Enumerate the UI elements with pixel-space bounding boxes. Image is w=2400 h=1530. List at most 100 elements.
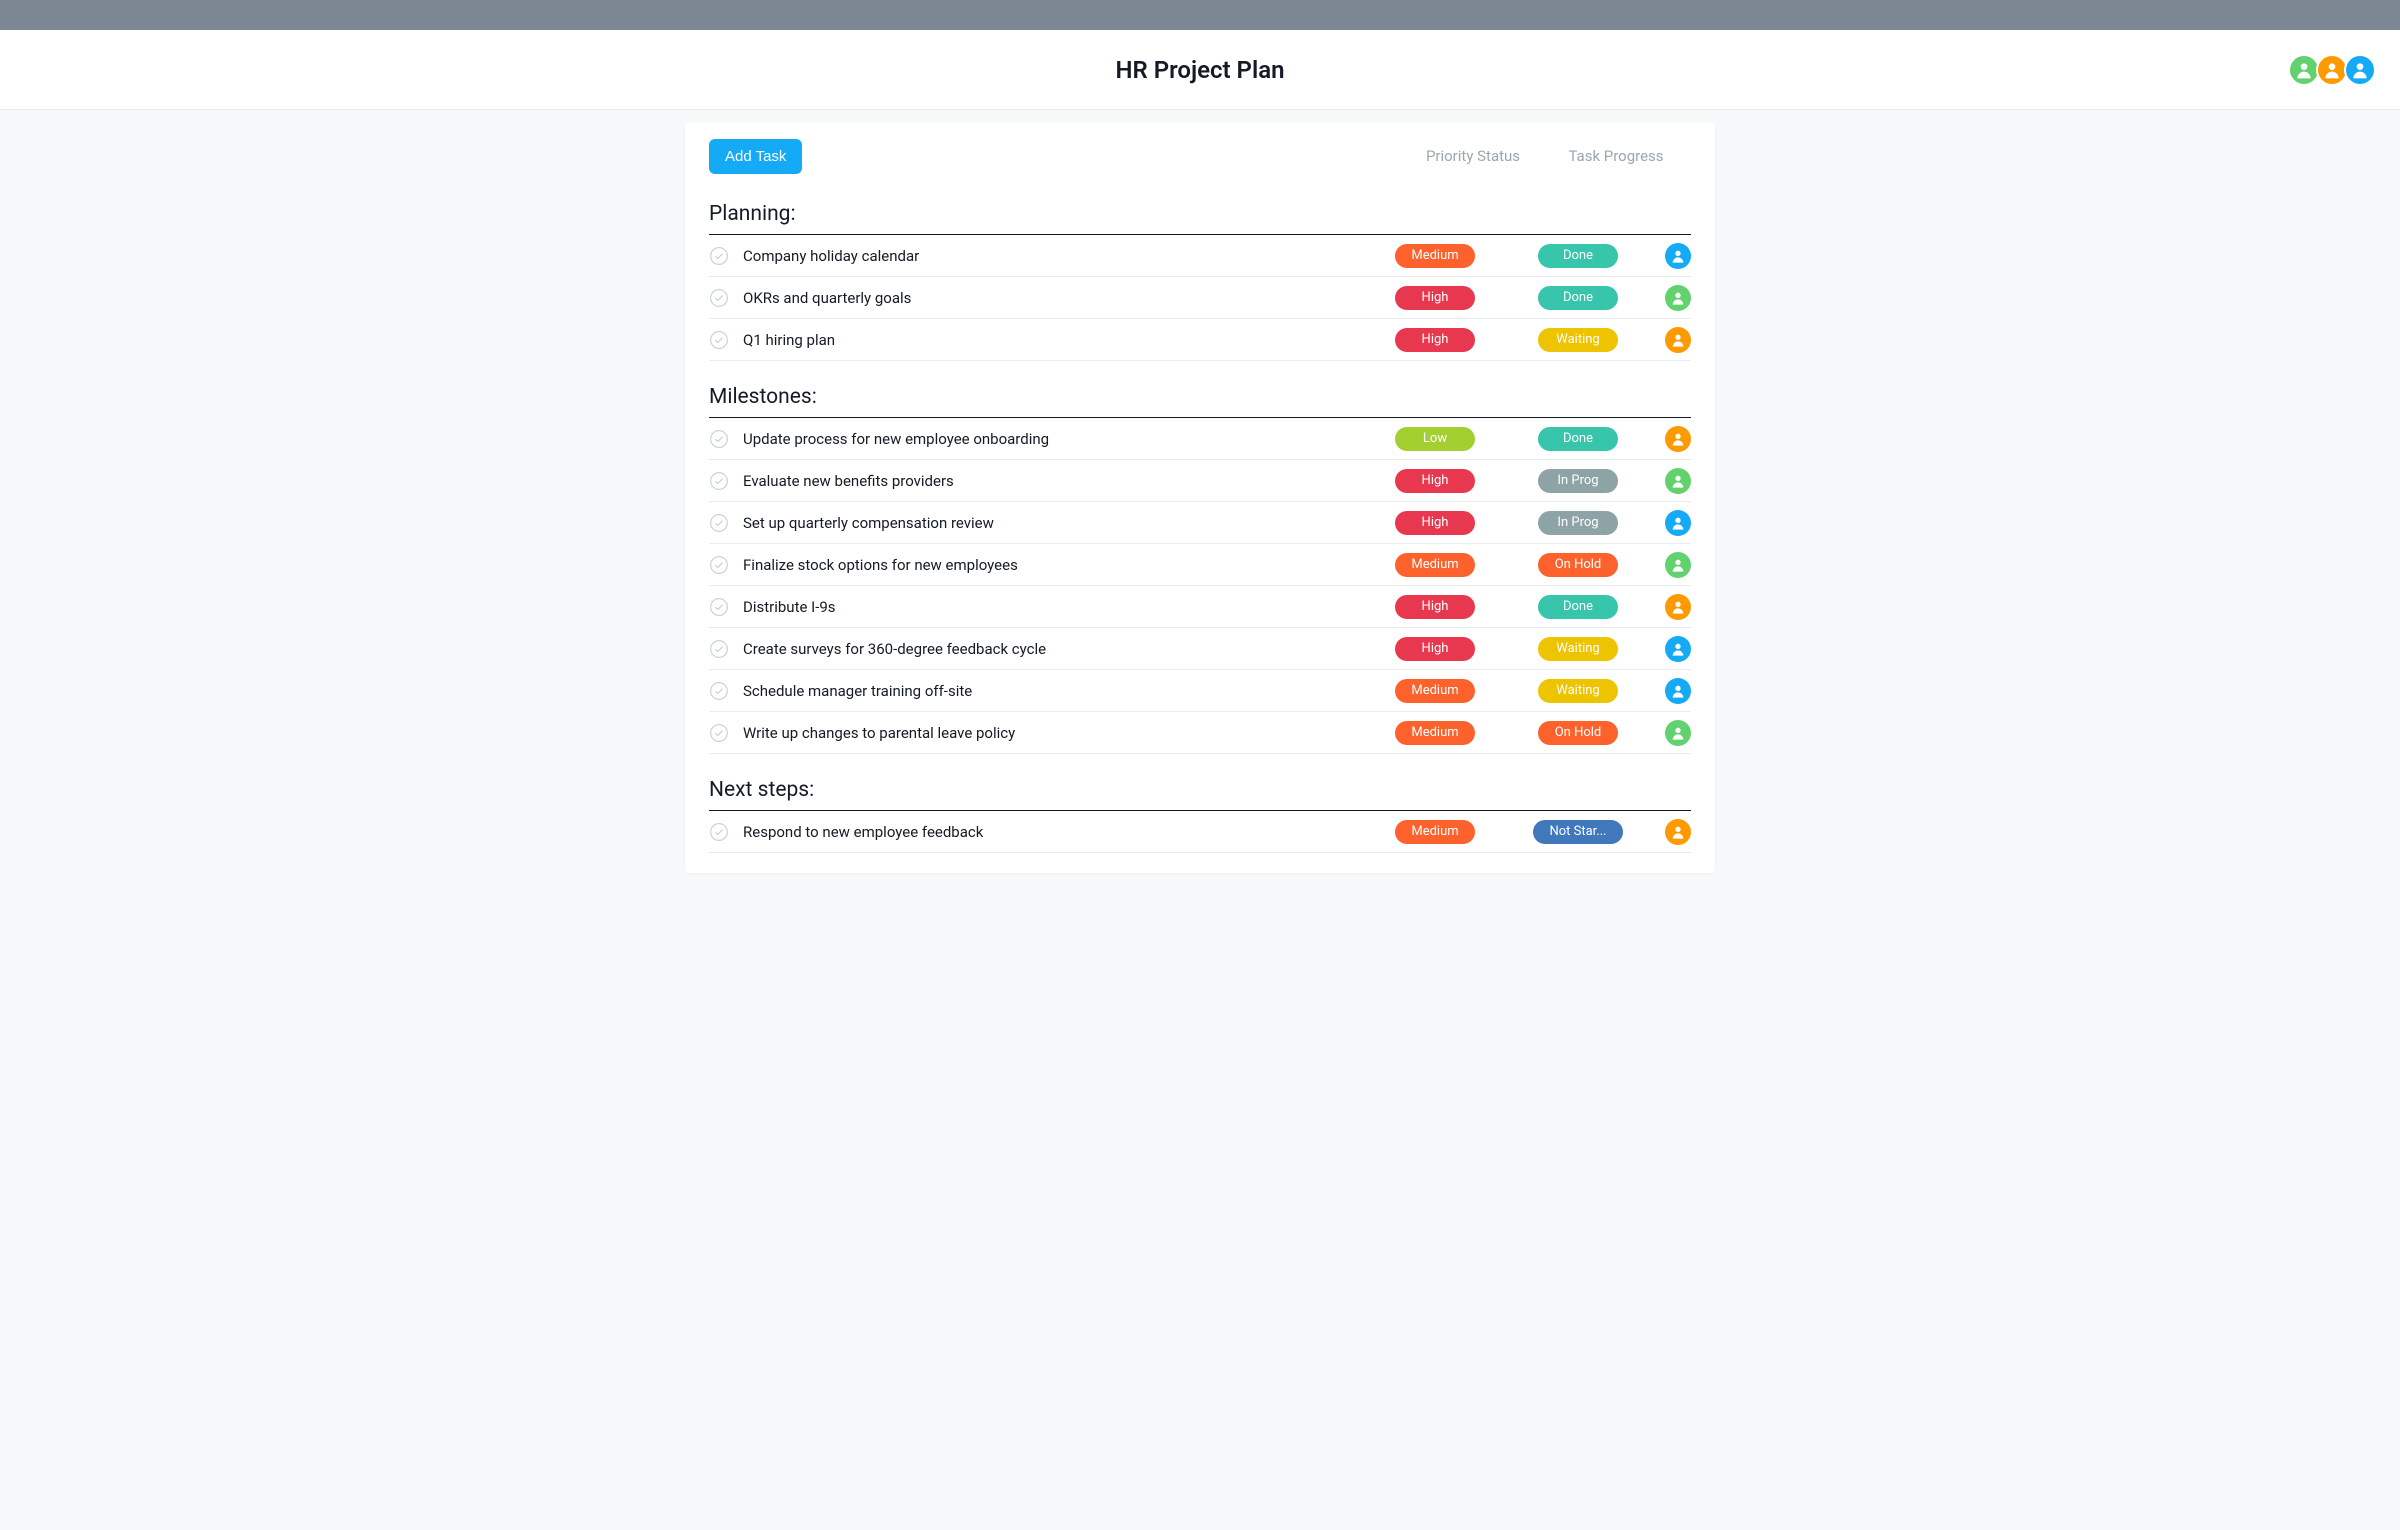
assignee-cell[interactable] — [1651, 678, 1691, 704]
progress-pill[interactable]: On Hold — [1538, 553, 1618, 577]
task-name[interactable]: Evaluate new benefits providers — [743, 472, 1365, 490]
task-row[interactable]: Set up quarterly compensation reviewHigh… — [709, 502, 1691, 544]
priority-cell[interactable]: High — [1365, 595, 1505, 619]
avatar[interactable] — [1665, 468, 1691, 494]
task-row[interactable]: Update process for new employee onboardi… — [709, 418, 1691, 460]
task-name[interactable]: Q1 hiring plan — [743, 331, 1365, 349]
progress-pill[interactable]: In Prog — [1538, 511, 1618, 535]
priority-pill[interactable]: Medium — [1395, 820, 1475, 844]
assignee-cell[interactable] — [1651, 426, 1691, 452]
avatar[interactable] — [1665, 552, 1691, 578]
priority-pill[interactable]: High — [1395, 328, 1475, 352]
priority-cell[interactable]: High — [1365, 469, 1505, 493]
priority-cell[interactable]: Medium — [1365, 820, 1505, 844]
task-row[interactable]: Create surveys for 360-degree feedback c… — [709, 628, 1691, 670]
priority-pill[interactable]: High — [1395, 511, 1475, 535]
progress-pill[interactable]: On Hold — [1538, 721, 1618, 745]
avatar[interactable] — [1665, 510, 1691, 536]
assignee-cell[interactable] — [1651, 594, 1691, 620]
progress-cell[interactable]: On Hold — [1505, 721, 1651, 745]
task-name[interactable]: Write up changes to parental leave polic… — [743, 724, 1365, 742]
priority-pill[interactable]: High — [1395, 286, 1475, 310]
progress-cell[interactable]: Not Star... — [1505, 820, 1651, 844]
assignee-cell[interactable] — [1651, 468, 1691, 494]
priority-cell[interactable]: High — [1365, 286, 1505, 310]
progress-pill[interactable]: Waiting — [1538, 679, 1618, 703]
priority-pill[interactable]: High — [1395, 637, 1475, 661]
avatar[interactable] — [1665, 327, 1691, 353]
check-circle-icon[interactable] — [709, 288, 729, 308]
progress-pill[interactable]: In Prog — [1538, 469, 1618, 493]
progress-cell[interactable]: Done — [1505, 286, 1651, 310]
assignee-cell[interactable] — [1651, 243, 1691, 269]
progress-cell[interactable]: Waiting — [1505, 637, 1651, 661]
assignee-cell[interactable] — [1651, 636, 1691, 662]
check-circle-icon[interactable] — [709, 471, 729, 491]
progress-pill[interactable]: Not Star... — [1533, 820, 1622, 844]
check-circle-icon[interactable] — [709, 723, 729, 743]
progress-cell[interactable]: In Prog — [1505, 511, 1651, 535]
task-row[interactable]: Evaluate new benefits providers High In Pr… — [709, 460, 1691, 502]
priority-cell[interactable]: High — [1365, 511, 1505, 535]
section-title[interactable]: Milestones: — [709, 361, 1691, 418]
add-task-button[interactable]: Add Task — [709, 139, 802, 174]
priority-cell[interactable]: High — [1365, 328, 1505, 352]
priority-pill[interactable]: High — [1395, 595, 1475, 619]
assignee-cell[interactable] — [1651, 552, 1691, 578]
column-header-progress[interactable]: Task Progress — [1543, 147, 1689, 165]
task-name[interactable]: Finalize stock options for new employees — [743, 556, 1365, 574]
check-circle-icon[interactable] — [709, 555, 729, 575]
task-row[interactable]: Schedule manager training off-site Medium… — [709, 670, 1691, 712]
avatar[interactable] — [1665, 243, 1691, 269]
priority-pill[interactable]: Medium — [1395, 244, 1475, 268]
priority-pill[interactable]: Medium — [1395, 679, 1475, 703]
task-row[interactable]: Company holiday calendar Medium Done — [709, 235, 1691, 277]
task-name[interactable]: Update process for new employee onboardi… — [743, 430, 1365, 448]
progress-pill[interactable]: Waiting — [1538, 637, 1618, 661]
task-row[interactable]: Q1 hiring plan High Waiting — [709, 319, 1691, 361]
assignee-cell[interactable] — [1651, 510, 1691, 536]
progress-pill[interactable]: Done — [1538, 427, 1618, 451]
priority-cell[interactable]: Medium — [1365, 679, 1505, 703]
assignee-cell[interactable] — [1651, 327, 1691, 353]
task-name[interactable]: Distribute I-9s — [743, 598, 1365, 616]
check-circle-icon[interactable] — [709, 246, 729, 266]
priority-pill[interactable]: High — [1395, 469, 1475, 493]
task-name[interactable]: Company holiday calendar — [743, 247, 1365, 265]
column-header-priority[interactable]: Priority Status — [1403, 147, 1543, 165]
task-row[interactable]: Respond to new employee feedback Medium No… — [709, 811, 1691, 853]
progress-pill[interactable]: Waiting — [1538, 328, 1618, 352]
priority-cell[interactable]: Medium — [1365, 553, 1505, 577]
assignee-cell[interactable] — [1651, 819, 1691, 845]
avatar[interactable] — [1665, 426, 1691, 452]
task-name[interactable]: OKRs and quarterly goals — [743, 289, 1365, 307]
task-row[interactable]: OKRs and quarterly goals High Done — [709, 277, 1691, 319]
priority-pill[interactable]: Low — [1395, 427, 1475, 451]
avatar[interactable] — [1665, 819, 1691, 845]
check-circle-icon[interactable] — [709, 429, 729, 449]
task-name[interactable]: Schedule manager training off-site — [743, 682, 1365, 700]
check-circle-icon[interactable] — [709, 330, 729, 350]
avatar[interactable] — [1665, 285, 1691, 311]
task-row[interactable]: Distribute I-9s High Done — [709, 586, 1691, 628]
progress-cell[interactable]: Done — [1505, 244, 1651, 268]
avatar[interactable] — [1665, 720, 1691, 746]
progress-cell[interactable]: Done — [1505, 427, 1651, 451]
progress-cell[interactable]: Waiting — [1505, 328, 1651, 352]
priority-cell[interactable]: Medium — [1365, 244, 1505, 268]
progress-cell[interactable]: On Hold — [1505, 553, 1651, 577]
progress-pill[interactable]: Done — [1538, 595, 1618, 619]
progress-cell[interactable]: Done — [1505, 595, 1651, 619]
section-title[interactable]: Next steps: — [709, 754, 1691, 811]
avatar[interactable] — [2344, 54, 2376, 86]
progress-pill[interactable]: Done — [1538, 286, 1618, 310]
avatar[interactable] — [1665, 636, 1691, 662]
task-row[interactable]: Finalize stock options for new employees… — [709, 544, 1691, 586]
task-name[interactable]: Respond to new employee feedback — [743, 823, 1365, 841]
priority-cell[interactable]: High — [1365, 637, 1505, 661]
check-circle-icon[interactable] — [709, 822, 729, 842]
priority-pill[interactable]: Medium — [1395, 721, 1475, 745]
avatar[interactable] — [1665, 594, 1691, 620]
check-circle-icon[interactable] — [709, 681, 729, 701]
assignee-cell[interactable] — [1651, 285, 1691, 311]
